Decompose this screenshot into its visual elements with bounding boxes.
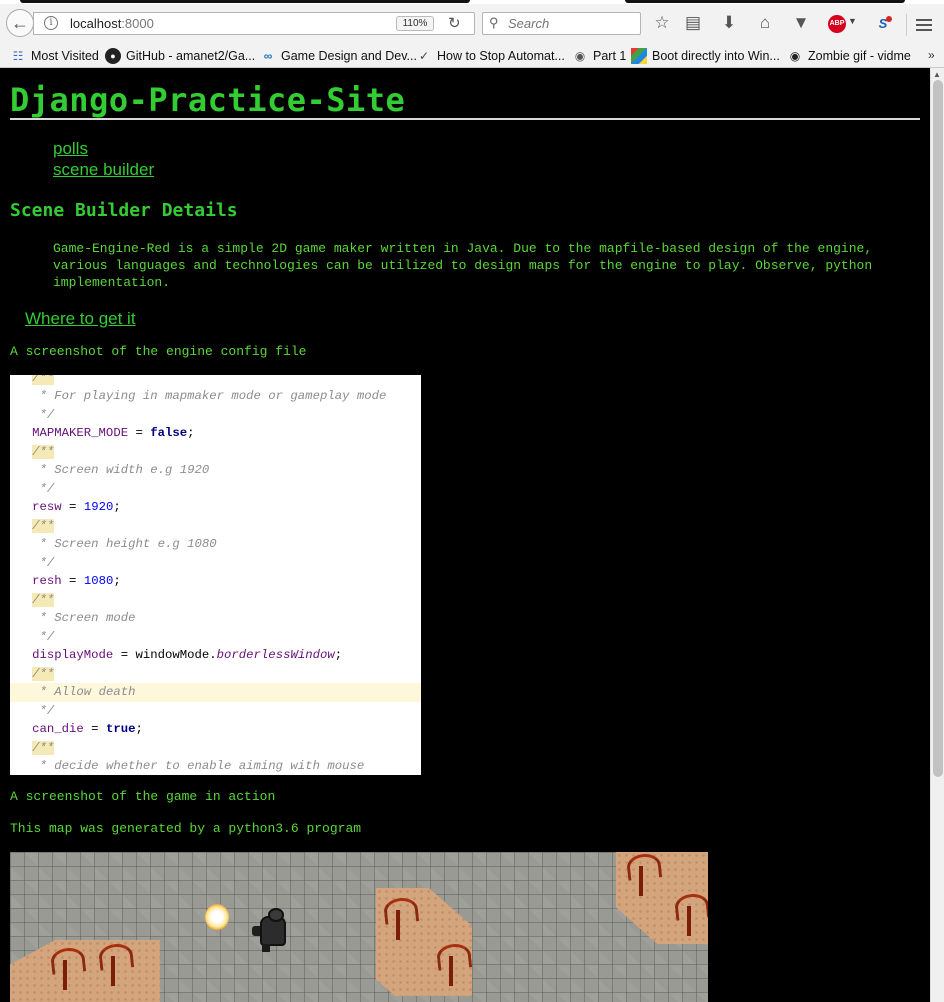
tab-strip-shadow (20, 0, 470, 3)
caption-map-generated: This map was generated by a python3.6 pr… (10, 821, 362, 836)
search-bar[interactable]: ⚲ (482, 12, 641, 35)
code-line: can_die = true; (32, 722, 143, 736)
dead-tree-sprite (381, 896, 415, 940)
adblock-icon[interactable]: ABP (828, 15, 846, 33)
code-line: displayMode = windowMode.borderlessWindo… (32, 648, 343, 662)
bookmark-github[interactable]: ● GitHub - amanet2/Ga... (105, 48, 255, 64)
reading-list-icon[interactable]: ▤ (681, 12, 705, 34)
search-icon: ⚲ (489, 15, 499, 30)
tab-strip-shadow (625, 0, 905, 3)
code-line: MAPMAKER_MODE = false; (32, 426, 195, 440)
section-heading: Scene Builder Details (10, 200, 238, 221)
code-line: */ (39, 704, 55, 718)
code-line: /** (32, 519, 55, 533)
scroll-up-icon[interactable]: ▲ (933, 70, 941, 79)
dead-tree-sprite (96, 942, 130, 986)
eye-icon: ◉ (789, 49, 801, 63)
page-scrollbar[interactable]: ▲ (930, 68, 944, 1002)
code-line: */ (39, 630, 55, 644)
code-line: * Screen height e.g 1080 (39, 537, 217, 551)
tool-icon: ✓ (418, 49, 430, 63)
code-line: */ (39, 482, 55, 496)
code-line: * Screen width e.g 1920 (39, 463, 210, 477)
back-button[interactable]: ← (6, 9, 34, 37)
zoom-indicator[interactable]: 110% (396, 16, 434, 31)
github-icon: ● (105, 48, 121, 64)
dead-tree-sprite (48, 946, 82, 990)
caption-game-screenshot: A screenshot of the game in action (10, 789, 276, 804)
bookmarks-toolbar: ☷ Most Visited ● GitHub - amanet2/Ga... ∞ G… (0, 45, 944, 67)
extension-icon[interactable]: S (873, 14, 893, 34)
code-line: */ (39, 556, 55, 570)
toolbar-divider (906, 14, 907, 36)
code-line: /** (10, 375, 421, 388)
dead-tree-sprite (624, 852, 658, 896)
code-line: * Screen mode (39, 611, 136, 625)
code-line: /** (32, 741, 55, 755)
search-input[interactable] (508, 16, 634, 31)
nav-link-polls[interactable]: polls (53, 139, 88, 159)
player-character-sprite (252, 908, 292, 952)
description-text: Game-Engine-Red is a simple 2D game make… (53, 241, 873, 290)
scrollbar-thumb[interactable] (933, 80, 943, 777)
back-arrow-icon: ← (11, 12, 29, 33)
site-info-icon[interactable]: i (44, 16, 58, 30)
code-line: */ (39, 408, 55, 422)
url-text[interactable]: localhost:8000 (70, 16, 154, 31)
site-title: Django-Practice-Site (10, 81, 406, 119)
code-line: /** (32, 445, 55, 459)
bookmark-boot-windows[interactable]: Boot directly into Win... (631, 48, 780, 64)
most-visited-icon: ☷ (12, 49, 24, 63)
fireball-sprite (205, 904, 229, 930)
globe-icon: ◉ (574, 49, 586, 63)
code-line: /** (32, 667, 55, 681)
dead-tree-sprite (434, 942, 468, 986)
bookmark-star-icon[interactable]: ☆ (650, 12, 674, 34)
menu-icon[interactable] (916, 19, 932, 31)
browser-chrome: ← i localhost:8000 110% ↻ ⚲ ☆ ▤ ⬇ ⌂ ▼ AB… (0, 0, 944, 68)
tab-strip (0, 0, 944, 4)
reload-icon[interactable]: ↻ (448, 14, 461, 32)
link-icon: ∞ (263, 49, 273, 63)
config-file-screenshot: /** * For playing in mapmaker mode or ga… (10, 375, 421, 775)
where-to-get-it-link[interactable]: Where to get it (25, 309, 136, 329)
character-head (268, 908, 284, 922)
code-line-highlighted: * Allow death (10, 683, 421, 702)
nav-link-scene-builder[interactable]: scene builder (53, 160, 154, 180)
code-line: resh = 1080; (32, 574, 121, 588)
bookmark-zombie-gif[interactable]: ◉ Zombie gif - vidme (787, 48, 911, 64)
chevron-right-icon[interactable]: » (928, 48, 935, 62)
code-line: * decide whether to enable aiming with m… (39, 759, 365, 773)
character-leg (262, 944, 270, 952)
caption-config-screenshot: A screenshot of the engine config file (10, 344, 307, 359)
windows-flag-icon (631, 48, 647, 64)
dead-tree-sprite (672, 892, 706, 936)
bookmark-game-design[interactable]: ∞ Game Design and Dev... (260, 48, 417, 64)
downloads-icon[interactable]: ⬇ (717, 12, 741, 34)
page-content: Django-Practice-Site polls scene builder… (0, 68, 930, 1002)
bookmark-part-1[interactable]: ◉ Part 1 (572, 48, 627, 64)
code-line: resw = 1920; (32, 500, 121, 514)
navigation-toolbar: ← i localhost:8000 110% ↻ ⚲ ☆ ▤ ⬇ ⌂ ▼ AB… (0, 6, 944, 40)
code-line: /** (32, 593, 55, 607)
bookmark-stop-automat[interactable]: ✓ How to Stop Automat... (416, 48, 565, 64)
home-icon[interactable]: ⌂ (753, 12, 777, 34)
pocket-icon[interactable]: ▼ (789, 12, 813, 34)
bookmark-most-visited[interactable]: ☷ Most Visited (10, 48, 99, 64)
code-line: * For playing in mapmaker mode or gamepl… (39, 389, 387, 403)
title-divider (10, 118, 920, 120)
game-screenshot (10, 852, 708, 1002)
url-bar[interactable]: i localhost:8000 110% ↻ (33, 12, 475, 35)
chevron-down-icon[interactable]: ▼ (848, 16, 857, 26)
